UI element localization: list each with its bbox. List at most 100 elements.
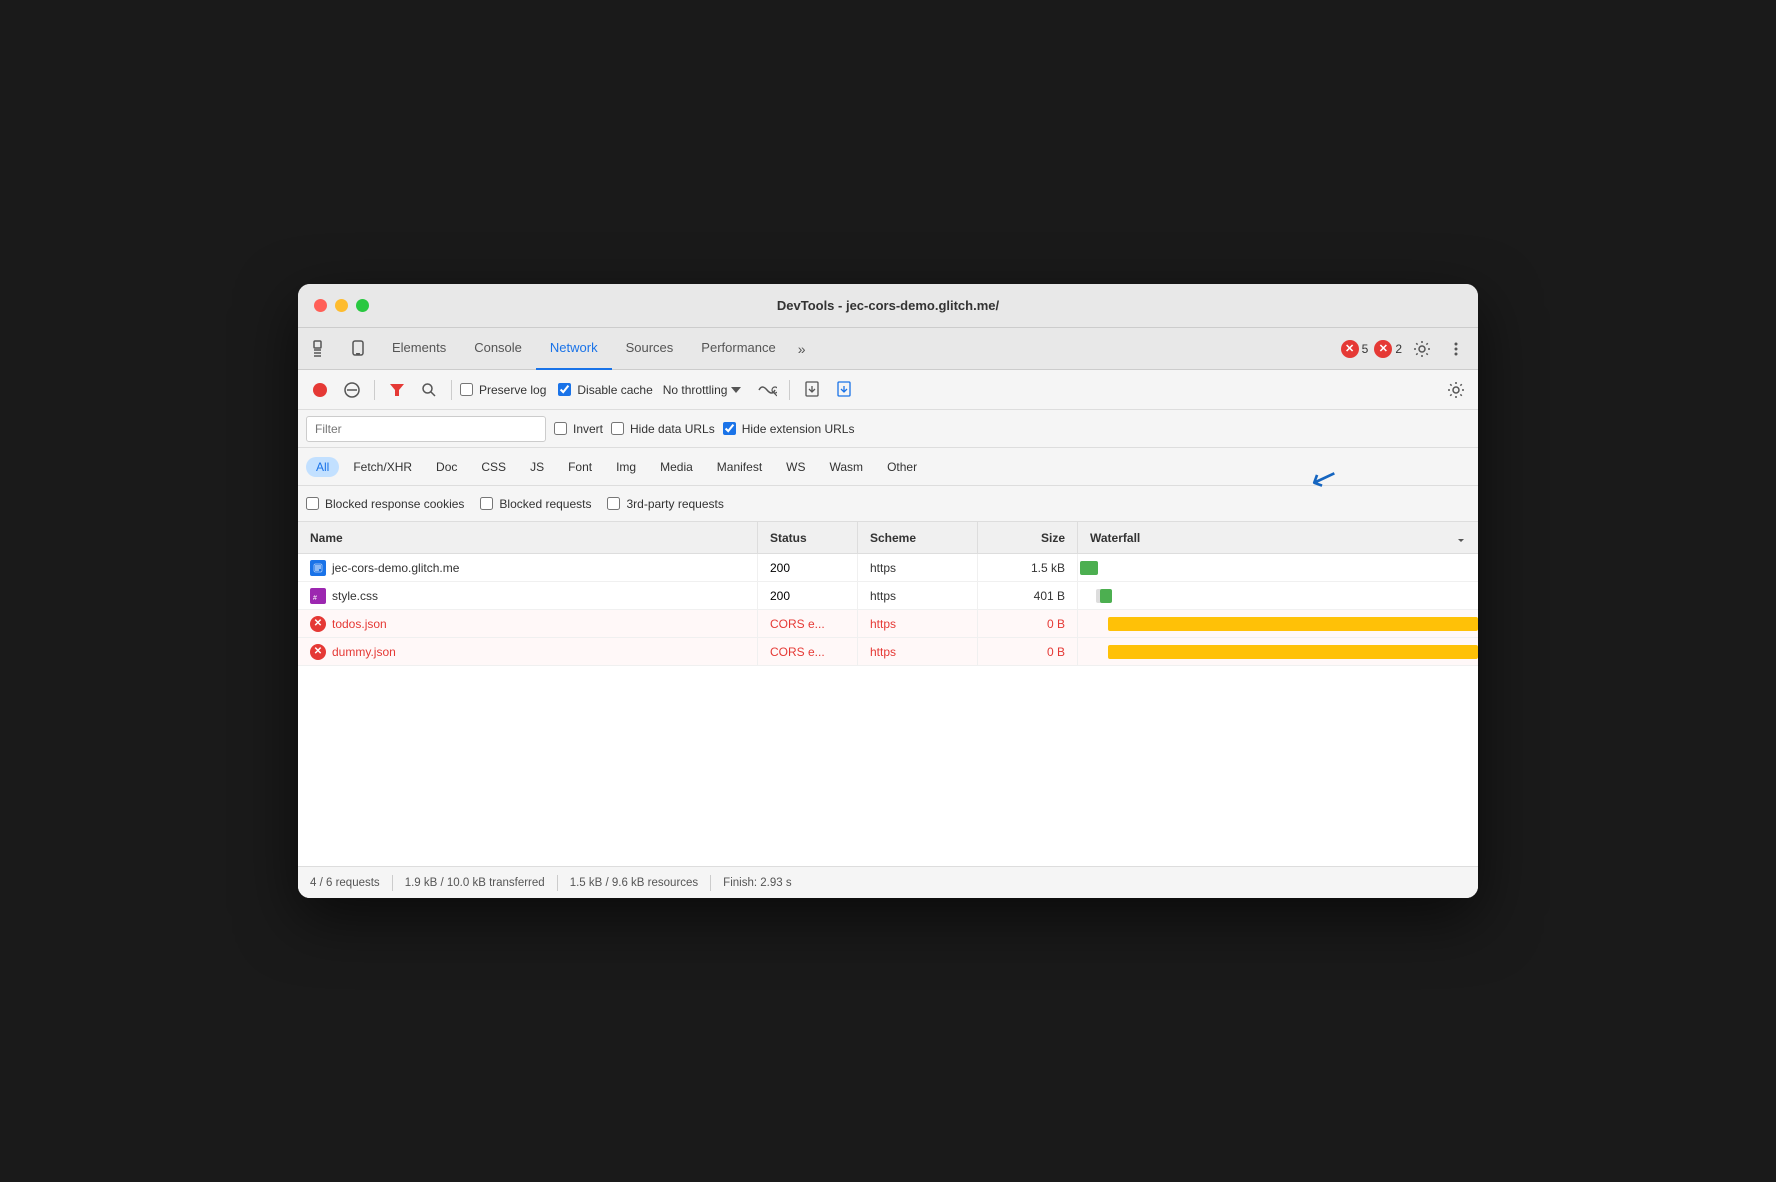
pill-doc[interactable]: Doc (426, 457, 467, 477)
warning-icon: ✕ (1374, 340, 1392, 358)
devtools-settings-btn[interactable] (1442, 376, 1470, 404)
td-scheme-3: https (858, 610, 978, 637)
th-size[interactable]: Size (978, 522, 1078, 553)
settings-btn[interactable] (1408, 335, 1436, 363)
network-toolbar: Preserve log Disable cache No throttling (298, 370, 1478, 410)
hide-data-urls-label[interactable]: Hide data URLs (611, 422, 715, 436)
doc-icon (310, 560, 326, 576)
minimize-button[interactable] (335, 299, 348, 312)
pill-img[interactable]: Img (606, 457, 646, 477)
pill-css[interactable]: CSS (471, 457, 516, 477)
close-button[interactable] (314, 299, 327, 312)
table-row[interactable]: # style.css 200 https 401 B (298, 582, 1478, 610)
tab-network[interactable]: Network (536, 328, 612, 370)
blocked-requests-label[interactable]: Blocked requests (480, 497, 591, 511)
disable-cache-checkbox[interactable] (558, 383, 571, 396)
pill-media[interactable]: Media (650, 457, 703, 477)
tab-console[interactable]: Console (460, 328, 536, 370)
export-har-btn[interactable] (830, 376, 858, 404)
import-har-btn[interactable] (798, 376, 826, 404)
table-row[interactable]: ✕ dummy.json CORS e... https 0 B (298, 638, 1478, 666)
third-party-label[interactable]: 3rd-party requests (607, 497, 723, 511)
td-scheme-4: https (858, 638, 978, 665)
status-sep-3 (710, 875, 711, 891)
pill-manifest[interactable]: Manifest (707, 457, 772, 477)
filter-bar: Invert Hide data URLs Hide extension URL… (298, 410, 1478, 448)
td-scheme-1: https (858, 554, 978, 581)
table-row[interactable]: ✕ todos.json CORS e... https 0 B (298, 610, 1478, 638)
inspector-icon-btn[interactable] (306, 333, 338, 365)
tab-sources[interactable]: Sources (612, 328, 688, 370)
type-filter-bar: All Fetch/XHR Doc CSS JS Font Img Media … (298, 448, 1478, 486)
pill-fetch-xhr[interactable]: Fetch/XHR (343, 457, 422, 477)
devtools-body: Elements Console Network Sources Perform… (298, 328, 1478, 898)
toolbar-sep-3 (789, 380, 790, 400)
error-icon-4: ✕ (310, 644, 326, 660)
invert-checkbox[interactable] (554, 422, 567, 435)
th-waterfall[interactable]: Waterfall (1078, 522, 1478, 553)
preserve-log-label[interactable]: Preserve log (460, 383, 546, 397)
search-btn[interactable] (415, 376, 443, 404)
td-size-4: 0 B (978, 638, 1078, 665)
td-status-4: CORS e... (758, 638, 858, 665)
devtools-window: DevTools - jec-cors-demo.glitch.me/ Elem… (298, 284, 1478, 898)
disable-cache-label[interactable]: Disable cache (558, 383, 652, 397)
traffic-lights (314, 299, 369, 312)
pill-ws[interactable]: WS (776, 457, 815, 477)
invert-label[interactable]: Invert (554, 422, 603, 436)
finish-time: Finish: 2.93 s (723, 877, 791, 889)
clear-btn[interactable] (338, 376, 366, 404)
th-name[interactable]: Name (298, 522, 758, 553)
filter-btn[interactable] (383, 376, 411, 404)
status-sep-1 (392, 875, 393, 891)
requests-count: 4 / 6 requests (310, 877, 380, 889)
stop-recording-btn[interactable] (306, 376, 334, 404)
td-status-1: 200 (758, 554, 858, 581)
filter-input[interactable] (306, 416, 546, 442)
more-btn[interactable] (1442, 335, 1470, 363)
hide-extension-urls-checkbox[interactable] (723, 422, 736, 435)
blocked-cookies-label[interactable]: Blocked response cookies (306, 497, 464, 511)
css-icon: # (310, 588, 326, 604)
td-name-4: ✕ dummy.json (298, 638, 758, 665)
pill-wasm[interactable]: Wasm (820, 457, 874, 477)
warning-badge[interactable]: ✕ 2 (1374, 340, 1402, 358)
tab-elements[interactable]: Elements (378, 328, 460, 370)
hide-extension-urls-label[interactable]: Hide extension URLs (723, 422, 855, 436)
pill-other[interactable]: Other (877, 457, 927, 477)
error-icon: ✕ (1341, 340, 1359, 358)
error-icon-3: ✕ (310, 616, 326, 632)
td-size-2: 401 B (978, 582, 1078, 609)
blocked-cookies-checkbox[interactable] (306, 497, 319, 510)
svg-text:#: # (313, 595, 317, 601)
tab-performance[interactable]: Performance (687, 328, 789, 370)
pill-font[interactable]: Font (558, 457, 602, 477)
td-name-3: ✕ todos.json (298, 610, 758, 637)
window-title: DevTools - jec-cors-demo.glitch.me/ (777, 298, 999, 313)
hide-data-urls-checkbox[interactable] (611, 422, 624, 435)
td-scheme-2: https (858, 582, 978, 609)
title-bar: DevTools - jec-cors-demo.glitch.me/ (298, 284, 1478, 328)
fullscreen-button[interactable] (356, 299, 369, 312)
th-scheme[interactable]: Scheme (858, 522, 978, 553)
more-tabs-btn[interactable]: » (790, 341, 814, 357)
throttling-select[interactable]: No throttling (657, 381, 748, 399)
device-toolbar-btn[interactable] (342, 333, 374, 365)
status-sep-2 (557, 875, 558, 891)
td-waterfall-4 (1078, 638, 1478, 665)
table-row[interactable]: jec-cors-demo.glitch.me 200 https 1.5 kB (298, 554, 1478, 582)
toolbar-sep-1 (374, 380, 375, 400)
table-header: Name Status Scheme Size Waterfall (298, 522, 1478, 554)
pill-js[interactable]: JS (520, 457, 554, 477)
network-table: Name Status Scheme Size Waterfall jec-co… (298, 522, 1478, 866)
third-party-checkbox[interactable] (607, 497, 620, 510)
error-badge[interactable]: ✕ 5 (1341, 340, 1369, 358)
preserve-log-checkbox[interactable] (460, 383, 473, 396)
pill-all[interactable]: All (306, 457, 339, 477)
th-status[interactable]: Status (758, 522, 858, 553)
network-conditions-btn[interactable] (753, 376, 781, 404)
td-name-2: # style.css (298, 582, 758, 609)
table-empty-area (298, 666, 1478, 866)
nav-right: ✕ 5 ✕ 2 (1341, 335, 1470, 363)
blocked-requests-checkbox[interactable] (480, 497, 493, 510)
